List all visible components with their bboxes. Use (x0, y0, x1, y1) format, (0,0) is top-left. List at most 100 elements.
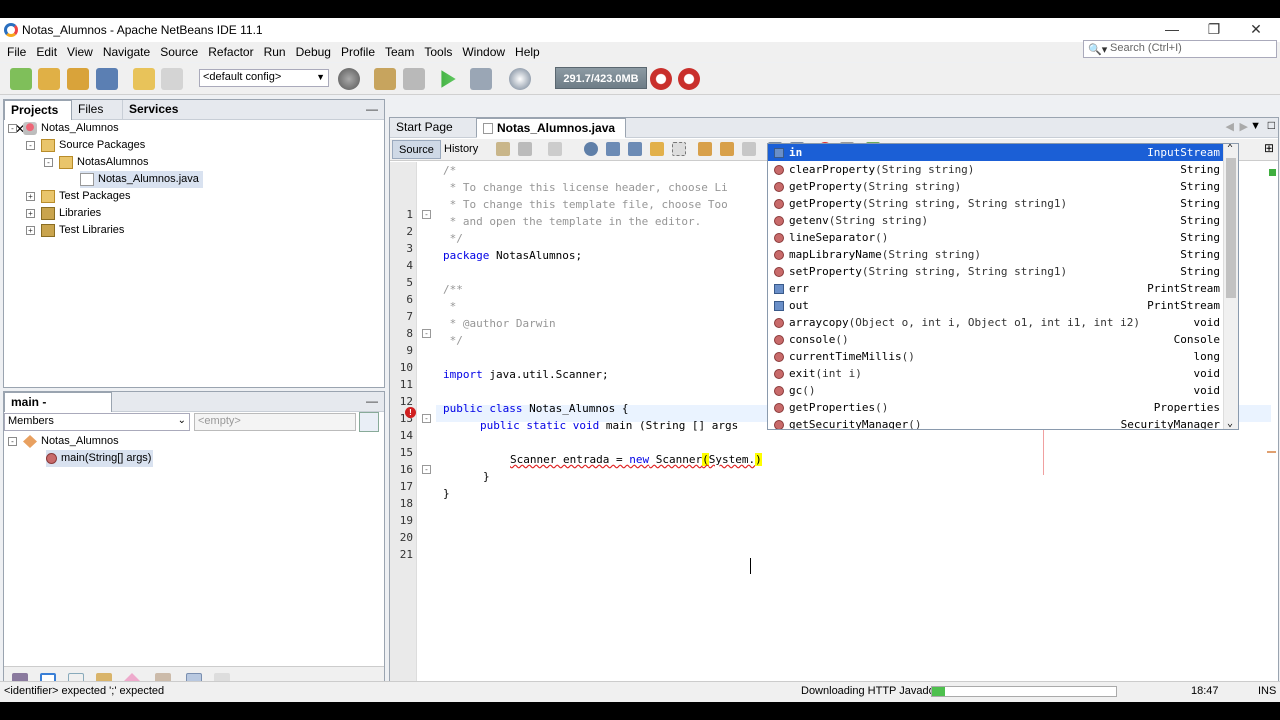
clean-build-icon[interactable] (403, 68, 425, 90)
expand-icon[interactable]: + (26, 192, 35, 201)
menu-debug[interactable]: Debug (291, 45, 336, 59)
save-all-icon[interactable] (96, 68, 118, 90)
tree-item[interactable]: - Notas_Alumnos (8, 433, 119, 450)
tab-list-icon[interactable]: ▼ (1250, 120, 1261, 132)
code-line[interactable]: * @author Darwin (443, 315, 556, 332)
code-line[interactable]: /* (443, 162, 456, 179)
code-line[interactable]: */ (443, 230, 463, 247)
config-select[interactable]: <default config> ▼ (199, 69, 329, 87)
download-progress-bar[interactable] (931, 686, 1117, 697)
fold-toggle-icon[interactable]: - (422, 329, 431, 338)
completion-item[interactable]: exit(int i) void (768, 365, 1224, 382)
profiler-snapshot-icon[interactable] (678, 68, 700, 90)
tree-item[interactable]: + Libraries (26, 205, 101, 222)
menu-profile[interactable]: Profile (336, 45, 380, 59)
profile-icon[interactable] (509, 68, 531, 90)
scrollbar-thumb[interactable] (1226, 158, 1236, 298)
toggle-rect-selection-icon[interactable] (672, 142, 686, 156)
tree-item[interactable]: Notas_Alumnos.java (80, 171, 203, 188)
maximize-icon[interactable]: □ (1268, 118, 1275, 132)
tree-item[interactable]: main(String[] args) (46, 450, 154, 467)
code-line[interactable]: } (483, 468, 490, 485)
globe-icon[interactable] (338, 68, 360, 90)
tab-projects[interactable]: Projects ✕ (4, 100, 72, 136)
scroll-up-icon[interactable]: ⌃ (1227, 144, 1233, 154)
menu-view[interactable]: View (62, 45, 98, 59)
tree-item[interactable]: + Test Libraries (26, 222, 124, 239)
scroll-left-icon[interactable]: ◀ (1226, 120, 1234, 133)
completion-item[interactable]: out PrintStream (768, 297, 1224, 314)
split-editor-icon[interactable]: ⊞ (1264, 141, 1274, 155)
completion-scrollbar[interactable]: ⌃ ⌄ (1223, 144, 1238, 429)
menu-team[interactable]: Team (380, 45, 419, 59)
error-stripe-mark[interactable] (1267, 451, 1276, 453)
filter-icon[interactable] (359, 412, 379, 432)
tree-item[interactable]: - Notas_Alumnos (8, 120, 119, 137)
scroll-down-icon[interactable]: ⌄ (1227, 418, 1233, 429)
tab-navigator[interactable]: main - Navigator ✕ (4, 392, 112, 428)
code-line[interactable]: */ (443, 332, 463, 349)
debug-icon[interactable] (470, 68, 492, 90)
history-view-button[interactable]: History (438, 140, 484, 159)
menu-source[interactable]: Source (155, 45, 203, 59)
find-icon[interactable] (584, 142, 598, 156)
forward-icon[interactable] (548, 142, 562, 156)
tree-item[interactable]: - NotasAlumnos (44, 154, 149, 171)
completion-item[interactable]: currentTimeMillis() long (768, 348, 1224, 365)
code-line[interactable]: * and open the template in the editor. (443, 213, 702, 230)
close-icon[interactable]: ✕ (1234, 18, 1278, 42)
collapse-icon[interactable]: - (26, 141, 35, 150)
completion-item[interactable]: in InputStream (768, 144, 1224, 161)
completion-item[interactable]: getProperties() Properties (768, 399, 1224, 416)
menu-file[interactable]: File (2, 45, 31, 59)
fold-toggle-icon[interactable]: - (422, 210, 431, 219)
previous-bookmark-icon[interactable] (698, 142, 712, 156)
completion-item[interactable]: setProperty(String string, String string… (768, 263, 1224, 280)
completion-item[interactable]: mapLibraryName(String string) String (768, 246, 1224, 263)
code-line[interactable]: import java.util.Scanner; (443, 366, 609, 383)
code-line[interactable]: * To change this template file, choose T… (443, 196, 728, 213)
run-icon[interactable] (441, 70, 456, 88)
expand-icon[interactable]: + (26, 209, 35, 218)
build-icon[interactable] (374, 68, 396, 90)
new-project-icon[interactable] (38, 68, 60, 90)
tree-item[interactable]: + Test Packages (26, 188, 131, 205)
error-marker-icon[interactable]: ! (405, 407, 416, 418)
restore-icon[interactable]: ❐ (1192, 18, 1236, 42)
code-line[interactable]: public static void main (String [] args (480, 417, 738, 434)
tab-files[interactable]: Files (72, 100, 120, 120)
toggle-highlight-icon[interactable] (650, 142, 664, 156)
completion-item[interactable]: clearProperty(String string) String (768, 161, 1224, 178)
tab-start-page[interactable]: Start Page ✕ (390, 118, 474, 153)
members-select[interactable]: Members ⌄ (4, 413, 190, 431)
find-previous-icon[interactable] (606, 142, 620, 156)
code-line[interactable]: * (443, 298, 457, 315)
redo-icon[interactable] (161, 68, 183, 90)
undo-icon[interactable] (133, 68, 155, 90)
open-project-icon[interactable] (67, 68, 89, 90)
search-input[interactable]: 🔍▾ Search (Ctrl+I) (1083, 40, 1277, 58)
menu-tools[interactable]: Tools (419, 45, 457, 59)
completion-item[interactable]: console() Console (768, 331, 1224, 348)
completion-item[interactable]: arraycopy(Object o, int i, Object o1, in… (768, 314, 1224, 331)
fold-toggle-icon[interactable]: - (422, 414, 431, 423)
memory-indicator[interactable]: 291.7/423.0MB (555, 67, 647, 89)
completion-item[interactable]: getProperty(String string) String (768, 178, 1224, 195)
completion-item[interactable]: getSecurityManager() SecurityManager (768, 416, 1224, 429)
scroll-right-icon[interactable]: ▶ (1240, 120, 1248, 133)
empty-select[interactable]: <empty> (194, 413, 356, 431)
next-bookmark-icon[interactable] (720, 142, 734, 156)
completion-item[interactable]: getenv(String string) String (768, 212, 1224, 229)
menu-edit[interactable]: Edit (31, 45, 62, 59)
back-icon[interactable] (518, 142, 532, 156)
code-line[interactable]: /** (443, 281, 463, 298)
menu-refactor[interactable]: Refactor (203, 45, 258, 59)
source-view-button[interactable]: Source (392, 140, 441, 159)
menu-run[interactable]: Run (259, 45, 291, 59)
tab-notas-alumnos[interactable]: Notas_Alumnos.java ✕ (476, 118, 626, 154)
fold-toggle-icon[interactable]: - (422, 465, 431, 474)
completion-item[interactable]: lineSeparator() String (768, 229, 1224, 246)
code-line[interactable]: Scanner entrada = new Scanner(System.) (510, 451, 762, 468)
code-line[interactable]: * To change this license header, choose … (443, 179, 728, 196)
expand-icon[interactable]: + (26, 226, 35, 235)
